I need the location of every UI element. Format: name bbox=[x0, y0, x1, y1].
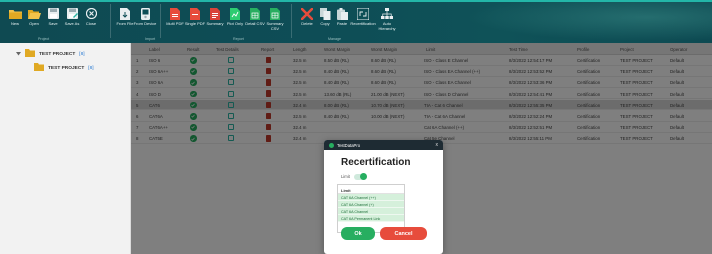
folder-new-icon bbox=[8, 7, 22, 20]
folder-icon bbox=[34, 63, 44, 73]
csv-icon bbox=[269, 7, 282, 20]
csv-icon bbox=[249, 7, 262, 20]
tree-item-root[interactable]: TEST PROJECT [8] bbox=[16, 49, 85, 59]
summary-pdf-icon bbox=[209, 7, 222, 20]
tree-item-label: TEST PROJECT bbox=[48, 65, 85, 71]
delete-x-icon bbox=[301, 7, 314, 20]
recertification-icon bbox=[357, 7, 370, 20]
hierarchy-icon bbox=[381, 7, 394, 20]
import-file-icon bbox=[119, 7, 132, 20]
dialog-app-name: TestDataPro bbox=[337, 142, 361, 148]
recertification-dialog: TestDataPro x Recertification Limit Limi… bbox=[324, 140, 443, 254]
group-divider bbox=[160, 4, 161, 38]
group-label-import: Import bbox=[145, 37, 156, 41]
limit-list-header: Limit bbox=[338, 185, 404, 194]
group-divider bbox=[110, 4, 111, 38]
ribbon-background-glow bbox=[452, 0, 712, 43]
ok-button[interactable]: Ok bbox=[341, 227, 375, 240]
limit-option[interactable]: CAT 6A Channel bbox=[338, 208, 404, 215]
tree-item-count: [8] bbox=[79, 51, 85, 57]
ribbon-toolbar: New Open Save Save As Close Project From… bbox=[0, 0, 712, 43]
tree-item-label: TEST PROJECT bbox=[39, 51, 76, 57]
expand-arrow-icon[interactable] bbox=[16, 51, 21, 58]
group-divider bbox=[291, 4, 292, 38]
pdf-icon bbox=[169, 7, 182, 20]
copy-icon bbox=[319, 7, 332, 20]
dialog-close-button[interactable]: x bbox=[436, 142, 439, 148]
import-device-icon bbox=[139, 7, 152, 20]
limit-list[interactable]: Limit CAT 6A Channel (++) CAT 6A Channel… bbox=[337, 184, 405, 233]
folder-icon bbox=[25, 49, 35, 59]
toggle-knob bbox=[360, 173, 367, 180]
app-logo-icon bbox=[329, 142, 334, 148]
group-label-report: Report bbox=[233, 37, 244, 41]
cancel-button[interactable]: Cancel bbox=[380, 227, 427, 240]
from-device-button[interactable]: From Device bbox=[134, 7, 156, 39]
project-tree: TEST PROJECT [8] TEST PROJECT [8] bbox=[0, 43, 131, 254]
limit-option[interactable]: CAT 6A Permanent Link bbox=[338, 215, 404, 222]
folder-open-icon bbox=[27, 7, 41, 20]
limit-toggle[interactable] bbox=[354, 173, 367, 180]
limit-toggle-label: Limit bbox=[341, 174, 350, 179]
dialog-title: Recertification bbox=[341, 157, 411, 168]
recertification-button[interactable]: Recertification bbox=[350, 7, 376, 39]
tree-item-count: [8] bbox=[88, 65, 94, 71]
save-as-icon bbox=[66, 7, 79, 20]
limit-option[interactable]: CAT 6A Channel (+) bbox=[338, 201, 404, 208]
group-label-project: Project bbox=[38, 37, 50, 41]
plot-icon bbox=[229, 7, 242, 20]
limit-option[interactable]: CAT 6A Channel (++) bbox=[338, 194, 404, 201]
close-circle-icon bbox=[85, 7, 98, 20]
dialog-titlebar: TestDataPro x bbox=[324, 140, 443, 150]
group-label-manage: Manage bbox=[328, 37, 341, 41]
tree-item-child[interactable]: TEST PROJECT [8] bbox=[34, 63, 94, 73]
save-icon bbox=[47, 7, 60, 20]
summary-csv-button[interactable]: Summary CSV bbox=[264, 7, 286, 39]
auto-hierarchy-button[interactable]: Auto Hierarchy bbox=[376, 7, 398, 39]
paste-icon bbox=[336, 7, 349, 20]
close-button[interactable]: Close bbox=[80, 7, 102, 39]
ribbon-accent-line bbox=[0, 0, 712, 2]
pdf-icon bbox=[189, 7, 202, 20]
